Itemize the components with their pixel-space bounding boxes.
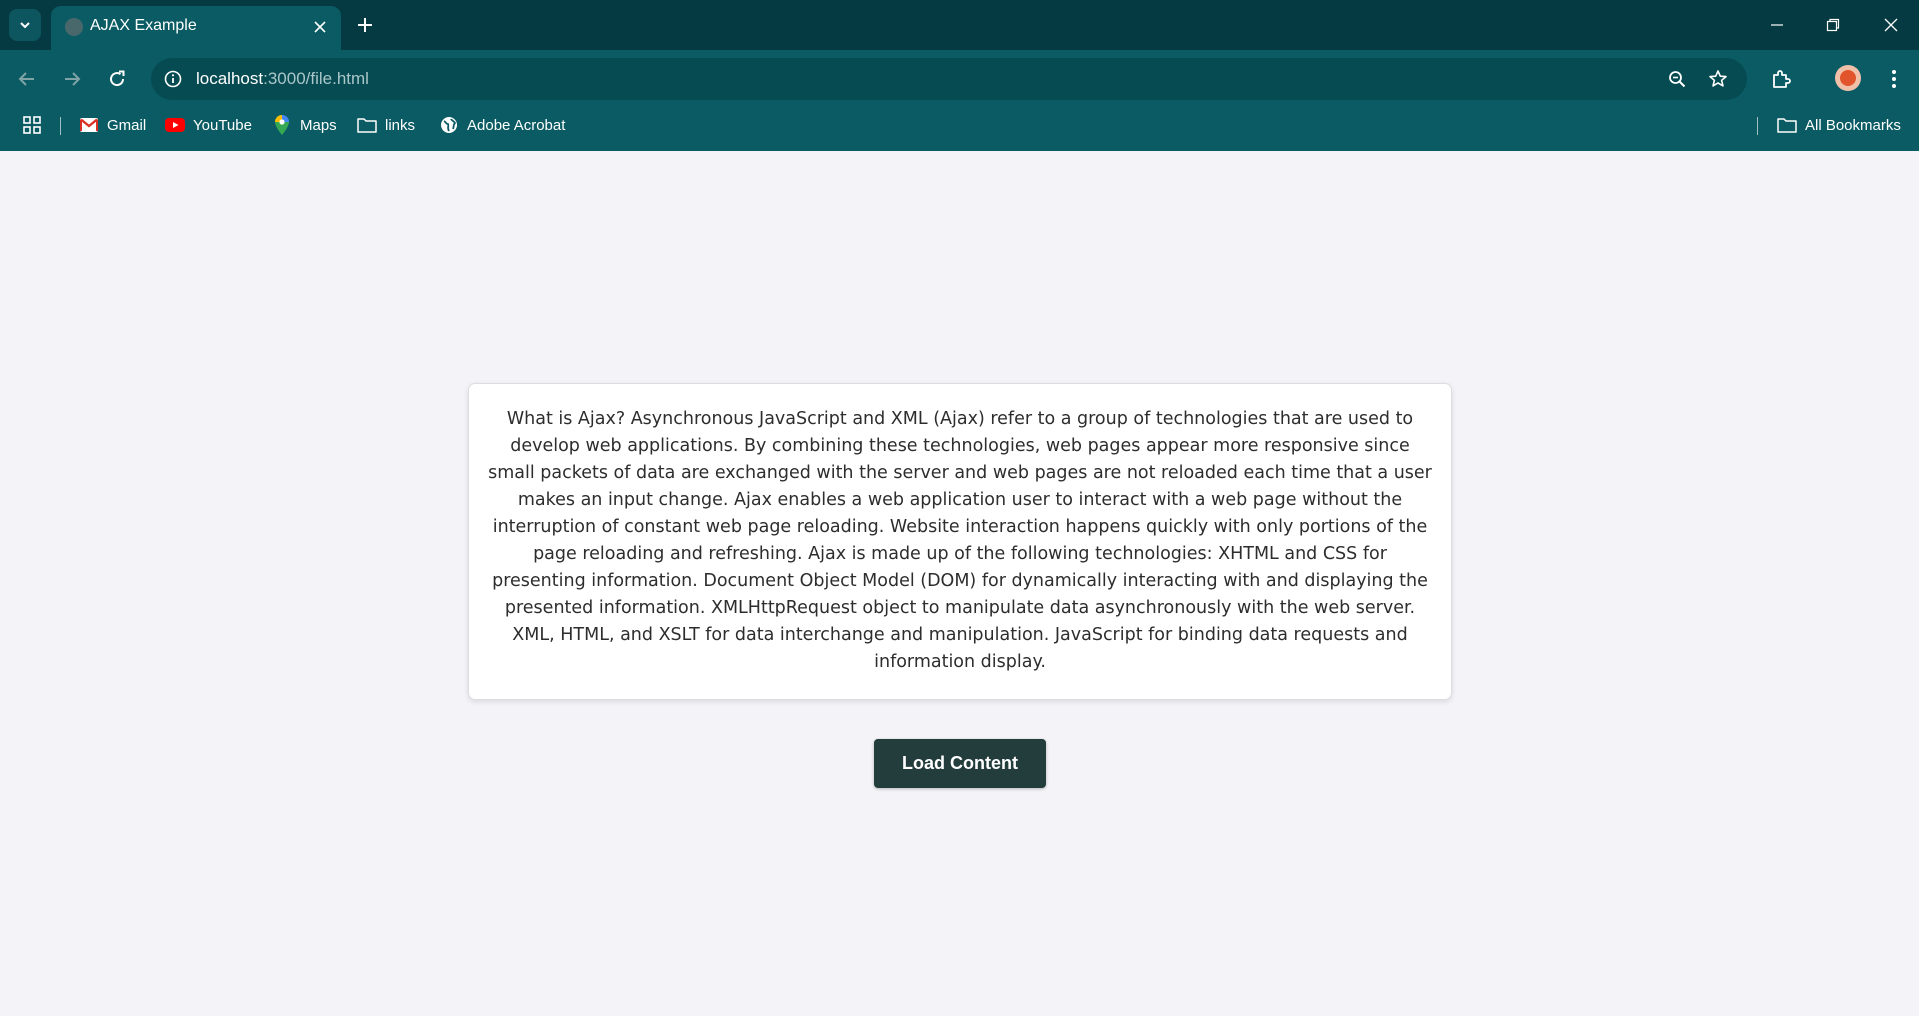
ajax-description-text: What is Ajax? Asynchronous JavaScript an… bbox=[488, 409, 1432, 672]
minimize-button[interactable] bbox=[1762, 10, 1792, 40]
url-path: :3000/file.html bbox=[263, 69, 369, 88]
chevron-down-icon bbox=[20, 22, 30, 29]
restore-button[interactable] bbox=[1818, 10, 1848, 40]
bookmarks-bar: Gmail YouTube Maps links Adobe Acrobat A… bbox=[0, 108, 1919, 151]
plus-icon bbox=[358, 18, 372, 32]
new-tab-button[interactable] bbox=[352, 12, 378, 38]
bookmark-star-icon[interactable] bbox=[1706, 67, 1730, 91]
reload-button[interactable] bbox=[102, 64, 132, 94]
content-card: What is Ajax? Asynchronous JavaScript an… bbox=[468, 383, 1452, 700]
browser-titlebar: AJAX Example bbox=[0, 0, 1919, 50]
profile-avatar[interactable] bbox=[1835, 65, 1861, 91]
all-bookmarks-button[interactable]: All Bookmarks bbox=[1777, 108, 1901, 142]
bookmark-maps[interactable]: Maps bbox=[272, 108, 337, 142]
close-icon bbox=[1884, 18, 1898, 32]
forward-button[interactable] bbox=[57, 64, 87, 94]
back-button[interactable] bbox=[12, 64, 42, 94]
close-window-button[interactable] bbox=[1876, 10, 1906, 40]
bookmark-label: YouTube bbox=[193, 116, 252, 134]
arrow-left-icon bbox=[18, 72, 34, 86]
gmail-icon bbox=[79, 115, 99, 135]
maps-icon bbox=[272, 115, 292, 135]
tab-active[interactable]: AJAX Example bbox=[51, 6, 341, 50]
bookmark-links[interactable]: links bbox=[357, 108, 415, 142]
bookmarks-divider bbox=[1757, 117, 1758, 135]
zoom-icon[interactable] bbox=[1665, 67, 1689, 91]
bookmark-label: links bbox=[385, 116, 416, 134]
arrow-right-icon bbox=[65, 72, 81, 86]
youtube-icon bbox=[165, 115, 185, 135]
bookmark-gmail[interactable]: Gmail bbox=[79, 108, 146, 142]
url-text[interactable]: localhost:3000/file.html bbox=[196, 69, 369, 89]
bookmark-label: Maps bbox=[300, 116, 337, 134]
all-bookmarks-label: All Bookmarks bbox=[1805, 116, 1901, 134]
close-icon bbox=[314, 21, 326, 33]
tab-title: AJAX Example bbox=[90, 17, 197, 34]
globe-icon bbox=[439, 115, 459, 135]
tab-close-button[interactable] bbox=[309, 16, 331, 38]
url-host: localhost bbox=[196, 69, 264, 88]
site-info-icon[interactable] bbox=[161, 67, 185, 91]
apps-button[interactable] bbox=[22, 108, 50, 142]
bookmark-adobe-acrobat[interactable]: Adobe Acrobat bbox=[439, 108, 565, 142]
apps-grid-icon bbox=[22, 115, 42, 135]
bookmark-youtube[interactable]: YouTube bbox=[165, 108, 252, 142]
address-bar[interactable]: localhost:3000/file.html bbox=[151, 58, 1747, 100]
globe-icon bbox=[65, 18, 83, 36]
reload-icon bbox=[110, 70, 125, 87]
load-content-button[interactable]: Load Content bbox=[874, 739, 1046, 788]
bookmark-label: Adobe Acrobat bbox=[467, 116, 566, 134]
bookmarks-divider bbox=[60, 117, 61, 135]
bookmark-label: Gmail bbox=[107, 116, 147, 134]
minimize-icon bbox=[1771, 24, 1783, 26]
folder-icon bbox=[1777, 115, 1797, 135]
more-menu-icon[interactable] bbox=[1879, 64, 1909, 94]
folder-icon bbox=[357, 115, 377, 135]
restore-icon bbox=[1826, 18, 1840, 32]
tab-search-button[interactable] bbox=[9, 9, 41, 41]
extensions-icon[interactable] bbox=[1766, 64, 1796, 94]
browser-toolbar: localhost:3000/file.html bbox=[0, 50, 1919, 108]
